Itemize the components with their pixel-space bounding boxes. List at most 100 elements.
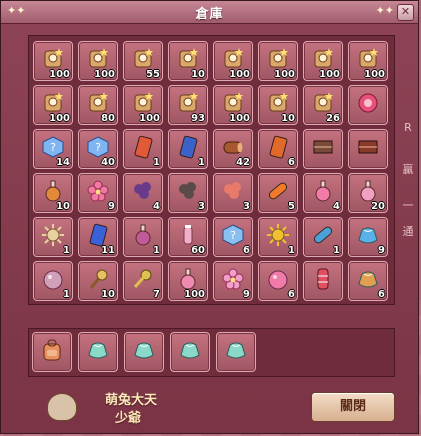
- item-quantity: 6: [288, 289, 295, 300]
- inventory-slot[interactable]: 100: [78, 41, 118, 81]
- backpack-icon: [40, 338, 64, 362]
- inventory-slot[interactable]: 9: [213, 261, 253, 301]
- inventory-slot[interactable]: 100: [33, 41, 73, 81]
- inventory-slot[interactable]: 100: [123, 85, 163, 125]
- flower-icon: [221, 267, 245, 291]
- inventory-slot[interactable]: 10: [33, 173, 73, 213]
- scroll-icon: [356, 47, 380, 71]
- inventory-slot[interactable]: 9: [348, 217, 388, 257]
- inventory-slot[interactable]: 1: [123, 217, 163, 257]
- inventory-slot[interactable]: 55: [123, 41, 163, 81]
- capsule-icon: [311, 223, 335, 247]
- inventory-slot[interactable]: 4: [123, 173, 163, 213]
- inventory-slot[interactable]: 42: [213, 129, 253, 169]
- book-icon: [311, 135, 335, 159]
- inventory-slot[interactable]: 3: [168, 173, 208, 213]
- item-quantity: 1: [63, 245, 70, 256]
- item-quantity: 3: [243, 201, 250, 212]
- inventory-slot[interactable]: 20: [348, 173, 388, 213]
- inventory-slot[interactable]: 9: [78, 173, 118, 213]
- close-icon[interactable]: ✕: [397, 4, 414, 21]
- inventory-slot[interactable]: 1: [123, 129, 163, 169]
- bag-slot[interactable]: [78, 332, 118, 372]
- sparkle-icon: ✦✦: [375, 4, 394, 17]
- inventory-slot[interactable]: [348, 85, 388, 125]
- inventory-slot[interactable]: [348, 129, 388, 169]
- footer-name: 萌兔大天: [105, 393, 158, 408]
- title-bar[interactable]: ✦✦ 倉庫 ✦✦ ✕: [1, 1, 418, 24]
- inventory-grid: 100 100 55 10 100 100 100 100 100 80 100 93 100 10 26?…: [33, 41, 390, 303]
- item-quantity: 100: [49, 69, 70, 80]
- inventory-slot[interactable]: 6: [258, 261, 298, 301]
- sun-icon: [41, 223, 65, 247]
- inventory-slot[interactable]: 1: [33, 261, 73, 301]
- item-quantity: 5: [288, 201, 295, 212]
- item-quantity: 1: [288, 245, 295, 256]
- bag-slot[interactable]: [32, 332, 72, 372]
- inventory-slot[interactable]: 80: [78, 85, 118, 125]
- item-quantity: 100: [229, 69, 250, 80]
- inventory-slot[interactable]: 4: [303, 173, 343, 213]
- inventory-slot[interactable]: 100: [303, 41, 343, 81]
- inventory-slot[interactable]: 1: [168, 129, 208, 169]
- inventory-slot[interactable]: 100: [213, 41, 253, 81]
- scroll-icon: [221, 47, 245, 71]
- inventory-slot[interactable]: 6: [348, 261, 388, 301]
- item-quantity: 100: [139, 113, 160, 124]
- inventory-slot[interactable]: [303, 261, 343, 301]
- inventory-slot[interactable]: ? 14: [33, 129, 73, 169]
- bag-slot[interactable]: [170, 332, 210, 372]
- bag-slot[interactable]: [216, 332, 256, 372]
- item-quantity: 1: [63, 289, 70, 300]
- storage-window: ✦✦ 倉庫 ✦✦ ✕ 100 100 55 10 100 100 100 100 100 80 10…: [0, 0, 419, 434]
- item-quantity: 100: [274, 69, 295, 80]
- inventory-slot[interactable]: 5: [258, 173, 298, 213]
- scroll-icon: [86, 47, 110, 71]
- card-icon: [86, 223, 110, 247]
- inventory-slot[interactable]: 1: [258, 217, 298, 257]
- pouch-icon: [132, 338, 156, 362]
- mystery-box-icon: ?: [41, 135, 65, 159]
- item-quantity: 55: [146, 69, 160, 80]
- inventory-slot[interactable]: 3: [213, 173, 253, 213]
- flower-icon: [86, 179, 110, 203]
- item-quantity: 9: [243, 289, 250, 300]
- bottle-icon: [176, 223, 200, 247]
- inventory-slot[interactable]: ? 6: [213, 217, 253, 257]
- inventory-slot[interactable]: 100: [213, 85, 253, 125]
- inventory-slot[interactable]: 1: [303, 217, 343, 257]
- footer-title: 少爺: [115, 411, 142, 426]
- inventory-slot[interactable]: 1: [33, 217, 73, 257]
- item-quantity: 4: [333, 201, 340, 212]
- inventory-slot[interactable]: 11: [78, 217, 118, 257]
- card-icon: [131, 135, 155, 159]
- scroll-icon: [266, 47, 290, 71]
- smoke-icon: [221, 179, 245, 203]
- inventory-slot[interactable]: 100: [348, 41, 388, 81]
- item-quantity: 100: [94, 69, 115, 80]
- inventory-slot[interactable]: 7: [123, 261, 163, 301]
- inventory-slot[interactable]: [303, 129, 343, 169]
- inventory-slot[interactable]: 100: [168, 261, 208, 301]
- inventory-slot[interactable]: 100: [258, 41, 298, 81]
- paw-wand-icon: [86, 267, 110, 291]
- item-quantity: 11: [101, 245, 115, 256]
- inventory-slot[interactable]: 26: [303, 85, 343, 125]
- inventory-slot[interactable]: ? 40: [78, 129, 118, 169]
- smoke-icon: [176, 179, 200, 203]
- scroll-icon: [311, 91, 335, 115]
- item-quantity: 26: [326, 113, 340, 124]
- close-button[interactable]: 關閉: [311, 392, 395, 422]
- bag-slot[interactable]: [124, 332, 164, 372]
- item-quantity: 4: [153, 201, 160, 212]
- inventory-slot[interactable]: 10: [258, 85, 298, 125]
- inventory-slot[interactable]: 93: [168, 85, 208, 125]
- svg-text:?: ?: [50, 141, 56, 154]
- inventory-slot[interactable]: 10: [168, 41, 208, 81]
- inventory-slot[interactable]: 60: [168, 217, 208, 257]
- inventory-slot[interactable]: 10: [78, 261, 118, 301]
- potion-icon: [356, 179, 380, 203]
- inventory-slot[interactable]: 100: [33, 85, 73, 125]
- svg-text:?: ?: [95, 141, 101, 154]
- inventory-slot[interactable]: 6: [258, 129, 298, 169]
